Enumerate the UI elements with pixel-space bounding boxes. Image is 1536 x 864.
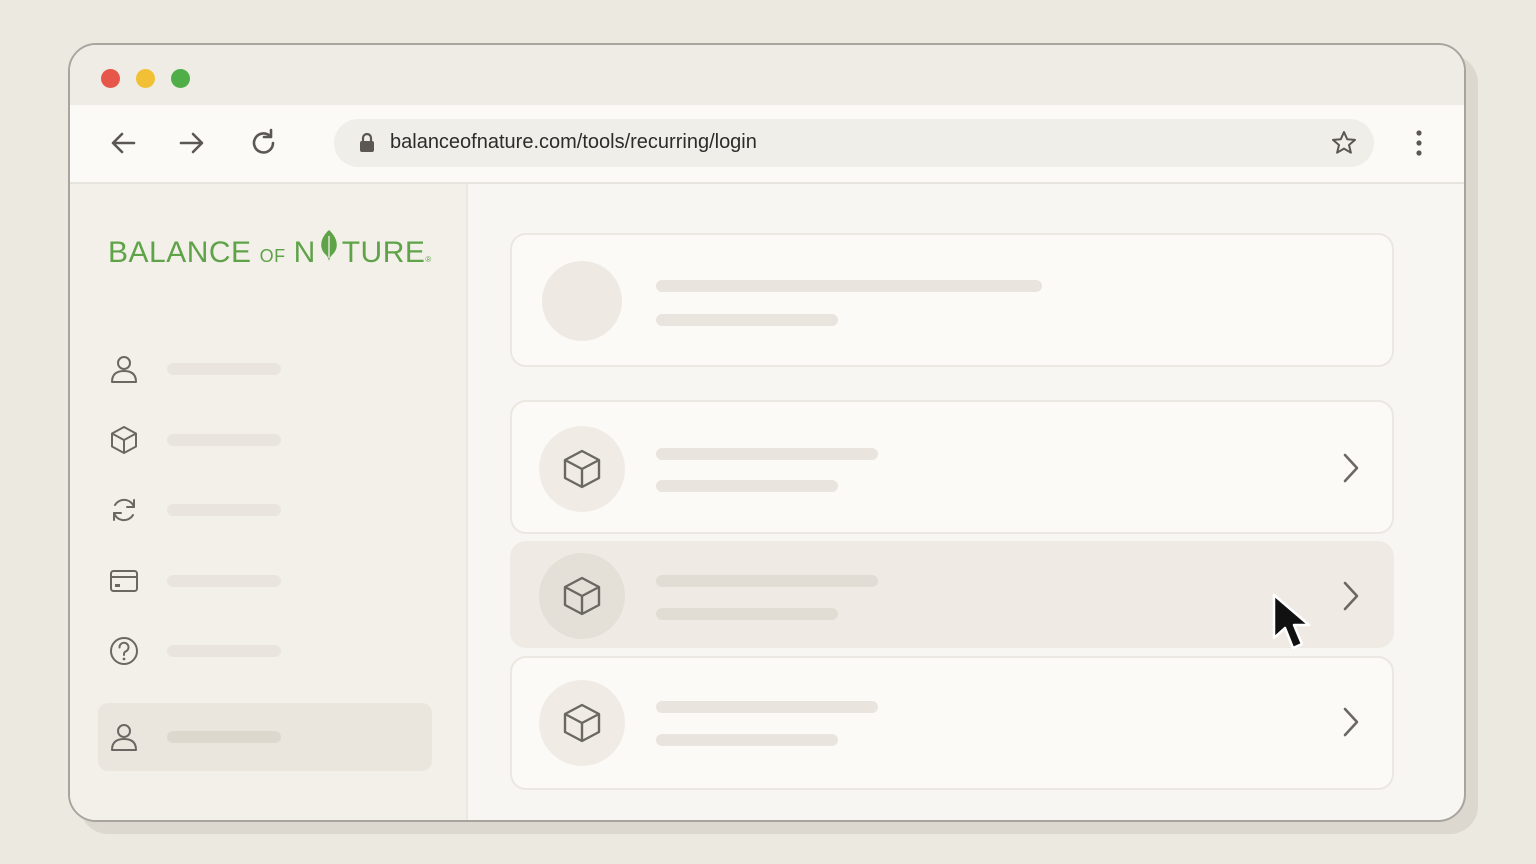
box-icon: [563, 576, 601, 616]
refresh-icon: [108, 494, 140, 526]
maximize-window-button[interactable]: [171, 69, 190, 88]
item-icon-circle: [539, 553, 625, 639]
user-icon: [108, 721, 140, 753]
balance-of-nature-logo[interactable]: BALANCE OF N TURE ®: [108, 228, 432, 270]
reload-button[interactable]: [246, 125, 282, 161]
item-title-placeholder: [656, 701, 878, 713]
subscription-item-hovered[interactable]: [510, 541, 1394, 648]
browser-toolbar: balanceofnature.com/tools/recurring/logi…: [70, 105, 1464, 184]
sidebar-item-label-placeholder: [167, 575, 281, 587]
lock-icon: [360, 132, 374, 152]
profile-name-placeholder: [656, 280, 1042, 292]
item-icon-circle: [539, 426, 625, 512]
item-subtitle-placeholder: [656, 734, 838, 746]
forward-button[interactable]: [173, 125, 209, 161]
box-icon: [108, 424, 140, 456]
leaf-icon: [320, 230, 337, 261]
sidebar-item-account-active[interactable]: [98, 703, 432, 771]
sidebar-item-label-placeholder: [167, 504, 281, 516]
sidebar-item-help[interactable]: [98, 617, 432, 685]
logo-registered-mark: ®: [425, 255, 432, 264]
item-title-placeholder: [656, 575, 878, 587]
minimize-window-button[interactable]: [136, 69, 155, 88]
chevron-right-icon: [1343, 581, 1359, 611]
sidebar-item-label-placeholder: [167, 645, 281, 657]
box-icon: [563, 449, 601, 489]
item-subtitle-placeholder: [656, 480, 838, 492]
logo-text-balance: BALANCE: [108, 236, 252, 269]
browser-window: balanceofnature.com/tools/recurring/logi…: [68, 43, 1466, 822]
profile-card: [510, 233, 1394, 367]
chevron-right-icon: [1343, 707, 1359, 737]
logo-text-n: N: [293, 236, 316, 269]
address-bar[interactable]: balanceofnature.com/tools/recurring/logi…: [334, 119, 1374, 167]
item-title-placeholder: [656, 448, 878, 460]
subscription-item[interactable]: [510, 400, 1394, 534]
more-menu-icon[interactable]: [1404, 125, 1434, 161]
sidebar-item-orders[interactable]: [98, 406, 432, 474]
subscription-item[interactable]: [510, 656, 1394, 790]
profile-detail-placeholder: [656, 314, 838, 326]
sidebar-item-label-placeholder: [167, 363, 281, 375]
sidebar-item-label-placeholder: [167, 731, 281, 743]
title-bar: [70, 45, 1464, 105]
sidebar-item-subscriptions[interactable]: [98, 476, 432, 544]
help-icon: [108, 635, 140, 667]
user-icon: [108, 353, 140, 385]
item-subtitle-placeholder: [656, 608, 838, 620]
item-icon-circle: [539, 680, 625, 766]
box-icon: [563, 703, 601, 743]
sidebar-item-payment[interactable]: [98, 547, 432, 615]
reload-icon: [252, 128, 275, 154]
sidebar-item-profile[interactable]: [98, 335, 432, 403]
main-content: [468, 184, 1464, 820]
chevron-right-icon: [1343, 453, 1359, 483]
sidebar-item-label-placeholder: [167, 434, 281, 446]
logo-text-ture: TURE: [341, 236, 426, 269]
url-text[interactable]: balanceofnature.com/tools/recurring/logi…: [390, 131, 757, 154]
card-icon: [108, 565, 140, 597]
avatar-placeholder: [542, 261, 622, 341]
logo-text-of: OF: [259, 246, 286, 266]
close-window-button[interactable]: [101, 69, 120, 88]
sidebar: BALANCE OF N TURE ®: [70, 184, 468, 820]
arrow-left-icon: [111, 132, 136, 154]
back-button[interactable]: [106, 125, 142, 161]
arrow-right-icon: [179, 132, 204, 154]
bookmark-star-icon[interactable]: [1330, 129, 1358, 157]
